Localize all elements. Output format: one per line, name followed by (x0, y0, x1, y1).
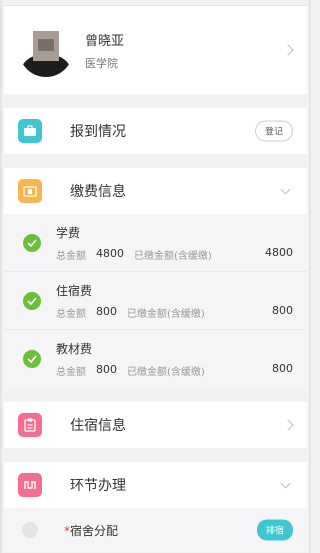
profile-department: 医学院 (85, 56, 118, 70)
paid-label: 已缴金额(含缓缴) (127, 308, 205, 320)
paid-label: 已缴金额(含缓缴) (127, 367, 205, 378)
chevron-right-icon (282, 44, 294, 56)
frame-border-right (309, 0, 311, 553)
checkin-title: 报到情况 (70, 124, 126, 140)
fee-total: 800 (96, 363, 117, 376)
paid-label: 已缴金额(含缓缴) (134, 250, 212, 262)
fee-paid: 4800 (265, 245, 293, 259)
check-icon (23, 291, 41, 310)
fee-total: 4800 (96, 246, 124, 260)
step-item-dorm-assignment: *宿舍分配 排宿 (4, 508, 307, 552)
chevron-down-icon (280, 478, 291, 489)
fee-item-textbooks: 教材费 总金额 800 已缴金额(含缓缴) 800 (4, 330, 307, 388)
workflow-icon (18, 473, 42, 497)
total-label: 总金额 (56, 250, 86, 262)
fee-paid: 800 (272, 303, 293, 317)
status-circle-icon (22, 522, 38, 538)
fee-item-tuition: 学费 总金额 4800 已缴金额(含缓缴) 4800 (4, 214, 307, 272)
fees-title: 缴费信息 (70, 184, 126, 200)
fee-paid: 800 (272, 362, 293, 375)
profile-card[interactable]: 曾晓亚 医学院 (4, 6, 307, 94)
process-section-header[interactable]: 环节办理 (4, 462, 307, 508)
clipboard-icon (18, 413, 42, 437)
profile-name: 曾晓亚 (85, 33, 125, 49)
briefcase-icon (18, 119, 42, 143)
fee-name: 教材费 (56, 342, 93, 356)
fee-name: 住宿费 (56, 283, 93, 298)
assign-dorm-button[interactable]: 排宿 (256, 519, 293, 541)
chevron-down-icon (280, 184, 291, 195)
fee-list: 学费 总金额 4800 已缴金额(含缓缴) 4800 住宿费 总金额 800 已… (4, 214, 307, 388)
fee-name: 学费 (56, 225, 81, 240)
payment-icon (18, 179, 42, 203)
checkin-section: 报到情况 登记 (4, 108, 307, 154)
fees-section-header[interactable]: 缴费信息 (4, 168, 307, 214)
avatar (19, 23, 73, 77)
frame-border-left (0, 0, 2, 553)
register-button[interactable]: 登记 (254, 120, 293, 142)
total-label: 总金额 (56, 308, 86, 320)
check-icon (23, 233, 41, 252)
fee-total: 800 (96, 304, 117, 318)
check-icon (23, 350, 41, 368)
process-title: 环节办理 (70, 478, 126, 494)
total-label: 总金额 (56, 367, 86, 378)
step-label: *宿舍分配 (64, 523, 119, 538)
accommodation-section[interactable]: 住宿信息 (4, 402, 307, 448)
fee-item-accommodation: 住宿费 总金额 800 已缴金额(含缓缴) 800 (4, 272, 307, 330)
chevron-right-icon (282, 419, 294, 431)
accommodation-title: 住宿信息 (70, 418, 126, 434)
